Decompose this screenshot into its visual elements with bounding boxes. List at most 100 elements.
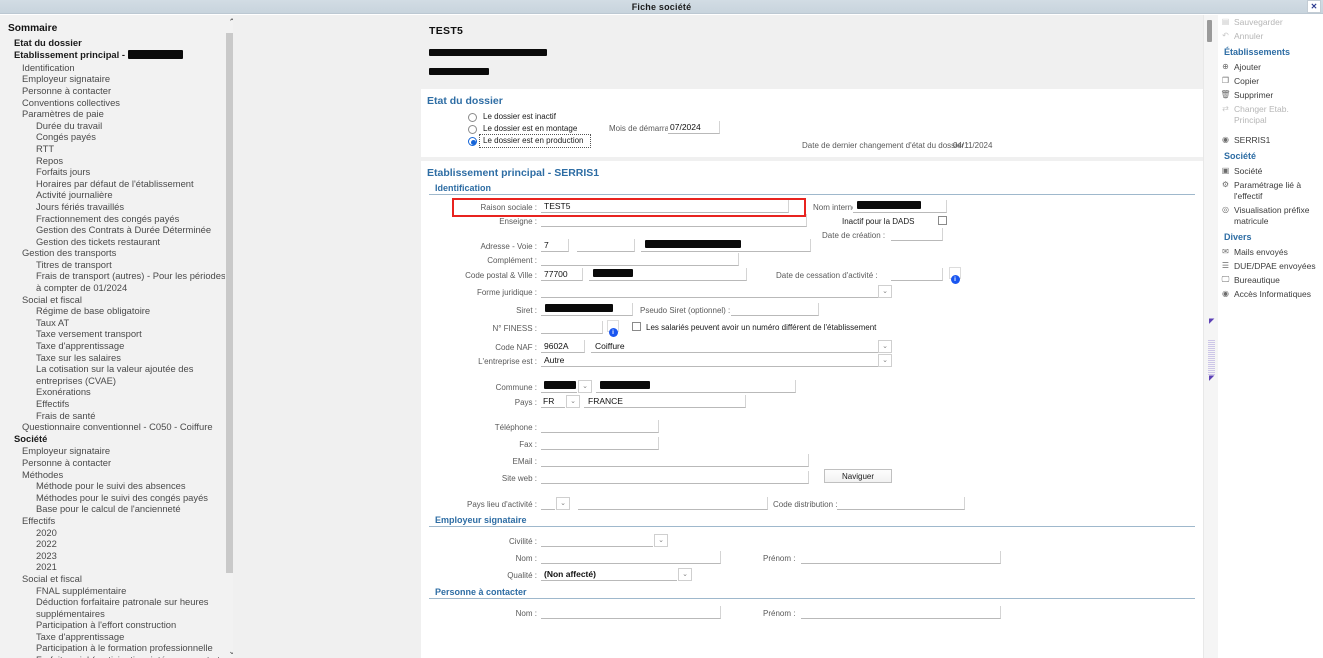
contact-nom-field[interactable] [541, 606, 721, 619]
info-icon[interactable]: i [949, 267, 961, 284]
sidebar-item[interactable]: Personne à contacter [8, 85, 227, 97]
sidebar-item[interactable]: Méthodes [8, 469, 227, 481]
sidebar-item[interactable]: Effectifs [8, 515, 227, 527]
action-copier[interactable]: ❐ Copier [1218, 74, 1323, 88]
sidebar-item[interactable]: Régime de base obligatoire [8, 305, 227, 317]
sidebar-item[interactable]: Paramètres de paie [8, 108, 227, 120]
sidebar-item[interactable]: 2022 [8, 538, 227, 550]
sidebar-item[interactable]: Personne à contacter [8, 457, 227, 469]
sidebar-item[interactable]: Durée du travail [8, 120, 227, 132]
code-distribution-field[interactable] [837, 497, 965, 510]
sidebar-item[interactable]: Employeur signataire [8, 445, 227, 457]
code-naf-dropdown-icon[interactable]: ⌄ [878, 340, 892, 353]
employeur-prenom-field[interactable] [801, 551, 1001, 564]
sidebar-item[interactable]: FNAL supplémentaire [8, 585, 227, 597]
sidebar-item[interactable]: 2020 [8, 527, 227, 539]
salaries-numero-checkbox[interactable] [632, 322, 641, 331]
sidebar-item[interactable]: Congés payés [8, 131, 227, 143]
sidebar-item[interactable]: Etablissement principal - [8, 49, 227, 61]
sidebar-item[interactable]: Questionnaire conventionnel - C050 - Coi… [8, 421, 227, 433]
sidebar-item[interactable]: Participation à le formation professionn… [8, 642, 227, 654]
action-supprimer[interactable]: 🗑 Supprimer [1218, 88, 1323, 102]
sidebar-item[interactable]: 2021 [8, 561, 227, 573]
telephone-field[interactable] [541, 420, 659, 433]
sidebar-item[interactable]: Effectifs [8, 398, 227, 410]
action-acc-s-informatiques[interactable]: ◉ Accès Informatiques [1218, 287, 1323, 301]
sidebar-item[interactable]: Social et fiscal [8, 573, 227, 585]
sidebar-item[interactable]: Etat du dossier [8, 37, 227, 49]
sidebar-item[interactable]: Social et fiscal [8, 294, 227, 306]
finess-field[interactable] [541, 321, 603, 334]
sidebar-item[interactable]: Frais de santé [8, 410, 227, 422]
date-cessation-field[interactable] [891, 268, 943, 281]
contact-prenom-field[interactable] [801, 606, 1001, 619]
code-naf-text-field[interactable] [591, 340, 891, 353]
sidebar-item[interactable]: Exonérations [8, 386, 227, 398]
action-visualisation-pr-fixe-matricule[interactable]: ◎ Visualisation préfixe matricule [1218, 203, 1323, 228]
adresse-type-field[interactable] [577, 239, 635, 252]
pays-lieu-name-field[interactable] [578, 497, 768, 510]
action-mails-envoy-s[interactable]: ✉ Mails envoyés [1218, 245, 1323, 259]
sidebar-item[interactable]: Frais de transport (autres) - Pour les p… [8, 270, 227, 293]
sidebar-item[interactable]: 2023 [8, 550, 227, 562]
raison-sociale-field[interactable] [541, 200, 789, 213]
radio-dossier-montage[interactable] [468, 125, 477, 134]
right-scroll-thumb[interactable] [1207, 20, 1212, 42]
sidebar-item[interactable]: Taxe d'apprentissage [8, 631, 227, 643]
right-panel-scrollbar[interactable]: ◤ ◤ [1203, 15, 1218, 658]
sidebar-item[interactable]: Taux AT [8, 317, 227, 329]
commune-dropdown-icon[interactable]: ⌄ [578, 380, 592, 393]
pays-dropdown-icon[interactable]: ⌄ [566, 395, 580, 408]
complement-field[interactable] [541, 253, 739, 266]
action-ajouter[interactable]: ⊕ Ajouter [1218, 60, 1323, 74]
civilite-dropdown-icon[interactable]: ⌄ [654, 534, 668, 547]
sidebar-item[interactable]: Fractionnement des congés payés [8, 213, 227, 225]
action-due-dpae-envoy-es[interactable]: ☰ DUE/DPAE envoyées [1218, 259, 1323, 273]
sidebar-item[interactable]: Repos [8, 155, 227, 167]
action-soci-t[interactable]: ▣ Société [1218, 164, 1323, 178]
scroll-marker-up-icon[interactable]: ◤ [1209, 318, 1216, 325]
sidebar-item[interactable]: Taxe d'apprentissage [8, 340, 227, 352]
sidebar-item[interactable]: Déduction forfaitaire patronale sur heur… [8, 596, 227, 619]
entreprise-est-field[interactable] [541, 354, 891, 367]
enseigne-field[interactable] [541, 214, 807, 227]
sidebar-item[interactable]: Base pour le calcul de l'ancienneté [8, 503, 227, 515]
sidebar-item[interactable]: Identification [8, 62, 227, 74]
entreprise-est-dropdown-icon[interactable]: ⌄ [878, 354, 892, 367]
action-bureautique[interactable]: 🖵 Bureautique [1218, 273, 1323, 287]
sidebar-item[interactable]: Société [8, 433, 227, 445]
fax-field[interactable] [541, 437, 659, 450]
sidebar-item[interactable]: Activité journalière [8, 189, 227, 201]
pseudo-siret-field[interactable] [731, 303, 819, 316]
sidebar-item[interactable]: Titres de transport [8, 259, 227, 271]
sidebar-item[interactable]: Méthodes pour le suivi des congés payés [8, 492, 227, 504]
summary-sidebar[interactable]: Sommaire Etat du dossier Etablissement pri… [0, 15, 232, 658]
sidebar-item[interactable]: Taxe versement transport [8, 328, 227, 340]
civilite-field[interactable] [541, 534, 653, 547]
sidebar-item[interactable]: Gestion des transports [8, 247, 227, 259]
sidebar-item[interactable]: Méthode pour le suivi des absences [8, 480, 227, 492]
finess-info-icon[interactable]: i [607, 320, 619, 337]
sidebar-item[interactable]: Participation à l'effort construction [8, 619, 227, 631]
sidebar-item[interactable]: Forfaits jours [8, 166, 227, 178]
site-web-field[interactable] [541, 471, 809, 484]
employeur-nom-field[interactable] [541, 551, 721, 564]
radio-dossier-production[interactable] [468, 137, 477, 146]
sidebar-item[interactable]: Gestion des Contrats à Durée Déterminée [8, 224, 227, 236]
action-serris1[interactable]: ◉ SERRIS1 [1218, 133, 1323, 147]
radio-dossier-inactif[interactable] [468, 113, 477, 122]
sidebar-item[interactable]: La cotisation sur la valeur ajoutée des … [8, 363, 227, 386]
scroll-marker-down-icon[interactable]: ◤ [1209, 375, 1216, 382]
email-field[interactable] [541, 454, 809, 467]
sidebar-item[interactable]: Sommaire [8, 23, 227, 35]
sidebar-item[interactable]: Taxe sur les salaires [8, 352, 227, 364]
date-creation-field[interactable] [891, 228, 943, 241]
forme-juridique-dropdown-icon[interactable]: ⌄ [878, 285, 892, 298]
close-button[interactable]: ✕ [1307, 0, 1321, 13]
sidebar-item[interactable]: Conventions collectives [8, 97, 227, 109]
qualite-dropdown-icon[interactable]: ⌄ [678, 568, 692, 581]
inactif-dads-checkbox[interactable] [938, 216, 947, 225]
sidebar-item[interactable]: RTT [8, 143, 227, 155]
naviguer-button[interactable]: Naviguer [824, 469, 892, 483]
sidebar-item[interactable]: Horaires par défaut de l'établissement [8, 178, 227, 190]
